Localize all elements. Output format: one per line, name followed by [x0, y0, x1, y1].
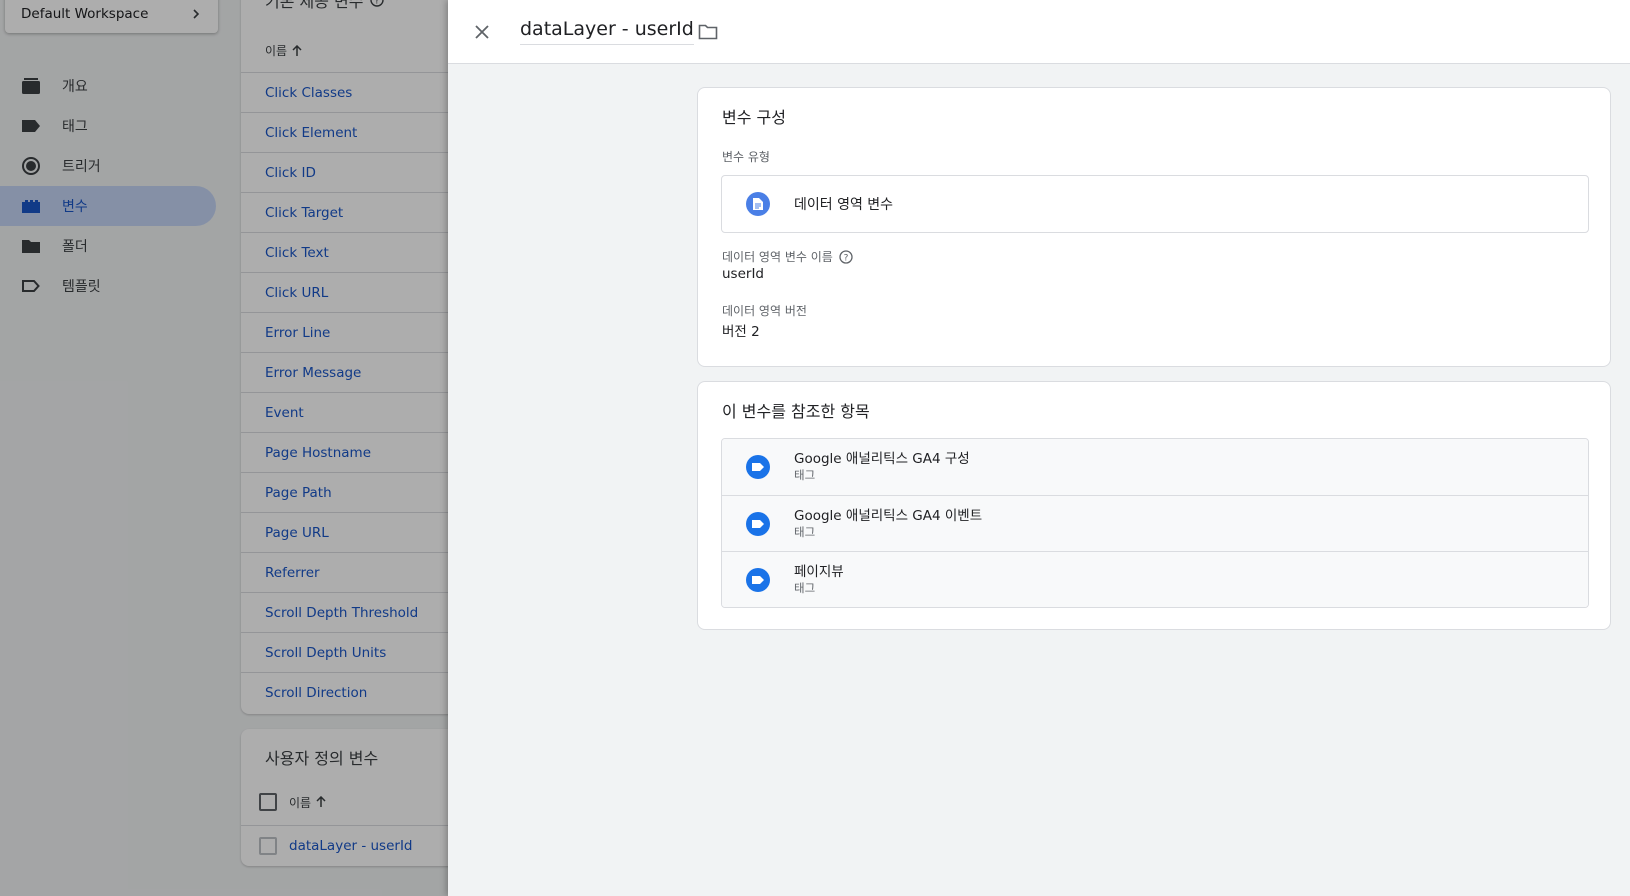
- reference-item[interactable]: Google 애널리틱스 GA4 이벤트 태그: [722, 495, 1588, 551]
- datalayer-version-label: 데이터 영역 버전: [722, 302, 807, 319]
- panel-header: dataLayer - userId: [448, 0, 1630, 64]
- datalayer-name-label: 데이터 영역 변수 이름 ?: [722, 248, 853, 265]
- configuration-heading: 변수 구성: [722, 108, 786, 127]
- close-icon: [475, 25, 489, 39]
- reference-type: 태그: [794, 468, 816, 482]
- help-icon[interactable]: ?: [839, 249, 853, 264]
- folder-outline-icon: [698, 24, 718, 40]
- datalayer-version-label-text: 데이터 영역 버전: [722, 304, 807, 318]
- datalayer-version-value: 버전 2: [722, 324, 760, 340]
- variable-type-label: 변수 유형: [722, 148, 770, 165]
- references-list: Google 애널리틱스 GA4 구성 태그 Google 애널리틱스 GA4 이벤…: [721, 438, 1589, 608]
- tag-icon: [746, 511, 770, 536]
- variable-type-selector[interactable]: 데이터 영역 변수: [721, 175, 1589, 233]
- datalayer-name-value: userId: [722, 266, 764, 282]
- datalayer-name-label-text: 데이터 영역 변수 이름: [722, 250, 833, 264]
- references-heading: 이 변수를 참조한 항목: [722, 402, 870, 421]
- reference-item[interactable]: Google 애널리틱스 GA4 구성 태그: [722, 439, 1588, 495]
- variable-configuration-card[interactable]: 변수 구성 변수 유형 데이터 영역 변수 데이터 영역 변수 이름 ? use…: [697, 87, 1611, 367]
- tag-icon: [746, 567, 770, 592]
- variable-name-input[interactable]: dataLayer - userId: [520, 18, 694, 45]
- reference-name: 페이지뷰: [794, 563, 844, 580]
- reference-name: Google 애널리틱스 GA4 이벤트: [794, 507, 983, 524]
- variable-type-value: 데이터 영역 변수: [794, 197, 894, 213]
- tag-icon: [746, 455, 770, 479]
- variable-detail-panel: dataLayer - userId 변수 구성 변수 유형 데이터 영역 변수…: [448, 0, 1630, 896]
- document-icon: [746, 192, 770, 216]
- variable-type-label-text: 변수 유형: [722, 150, 770, 164]
- reference-item[interactable]: 페이지뷰 태그: [722, 551, 1588, 607]
- reference-type: 태그: [794, 580, 816, 595]
- close-button[interactable]: [470, 20, 494, 44]
- reference-type: 태그: [794, 524, 816, 539]
- folder-button[interactable]: [696, 20, 720, 44]
- svg-text:?: ?: [843, 253, 848, 263]
- reference-name: Google 애널리틱스 GA4 구성: [794, 451, 970, 467]
- reference-text: Google 애널리틱스 GA4 구성 태그: [794, 451, 970, 483]
- references-card: 이 변수를 참조한 항목 Google 애널리틱스 GA4 구성 태그 Google…: [697, 381, 1611, 630]
- reference-text: 페이지뷰 태그: [794, 564, 844, 596]
- reference-text: Google 애널리틱스 GA4 이벤트 태그: [794, 508, 982, 540]
